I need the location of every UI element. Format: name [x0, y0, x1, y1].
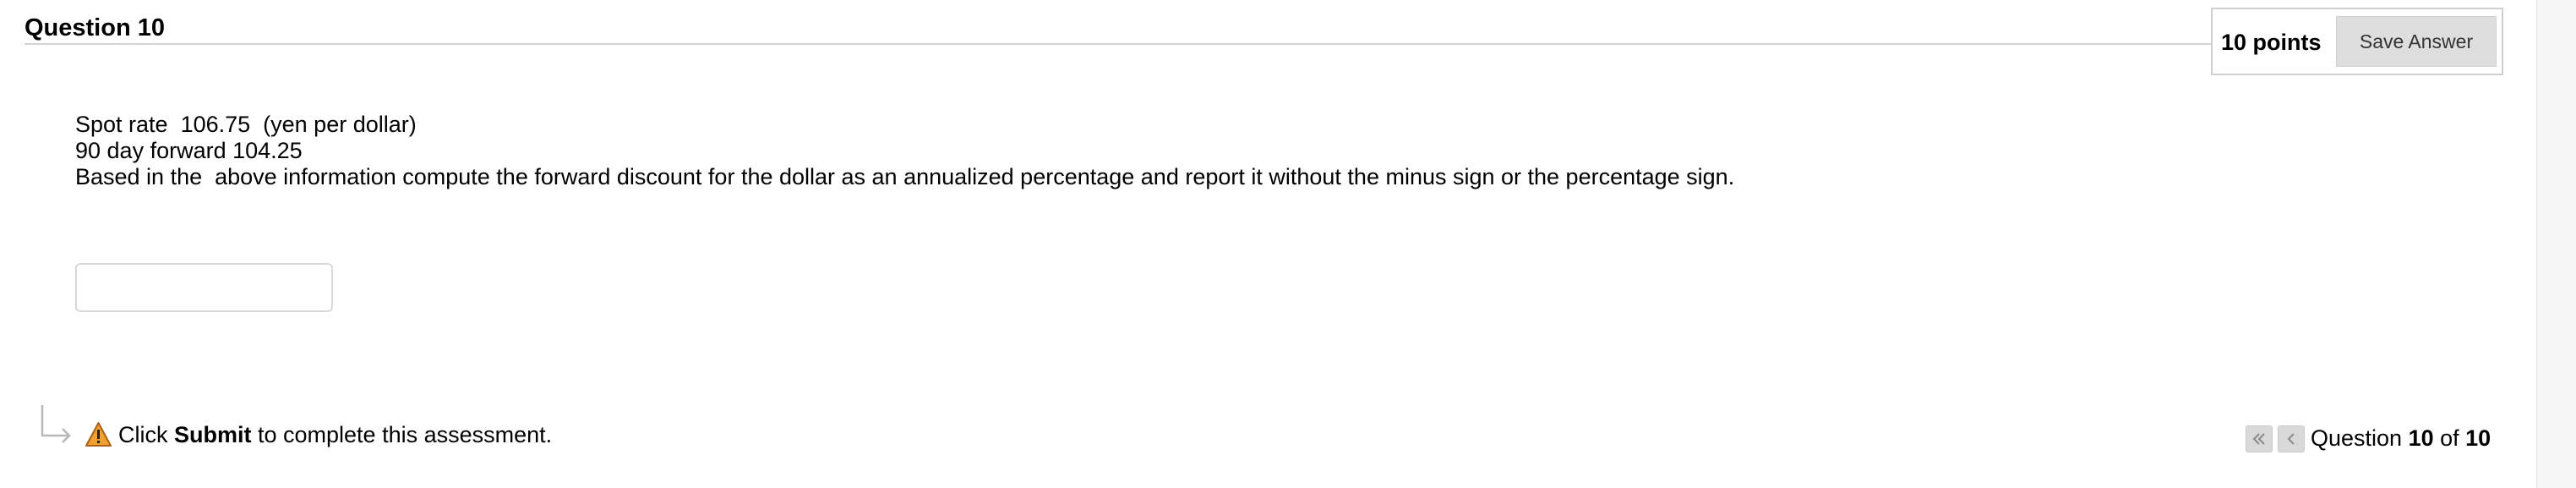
first-question-button[interactable]	[2246, 425, 2273, 452]
counter-prefix: Question	[2311, 425, 2409, 451]
previous-question-button[interactable]	[2278, 425, 2305, 452]
counter-total: 10	[2465, 425, 2491, 451]
submit-instruction: Click Submit to complete this assessment…	[118, 420, 552, 449]
counter-current: 10	[2408, 425, 2434, 451]
points-label: 10 points	[2221, 30, 2322, 55]
warning-icon	[85, 422, 112, 447]
double-chevron-left-icon	[2252, 433, 2265, 445]
question-divider	[25, 43, 2213, 45]
counter-mid: of	[2433, 425, 2466, 451]
submit-note-prefix: Click	[118, 422, 174, 447]
question-text: Spot rate 106.75 (yen per dollar) 90 day…	[75, 112, 1734, 190]
answer-input[interactable]	[75, 263, 333, 312]
submit-keyword: Submit	[174, 422, 252, 447]
question-points-box: 10 points Save Answer	[2211, 8, 2503, 75]
question-line-forward-rate: 90 day forward 104.25	[75, 138, 303, 163]
question-title: Question 10	[25, 14, 165, 41]
save-answer-button[interactable]: Save Answer	[2336, 16, 2497, 67]
question-line-spot-rate: Spot rate 106.75 (yen per dollar)	[75, 112, 417, 137]
return-arrow-icon	[41, 405, 71, 443]
page-scroll-gutter	[2536, 0, 2576, 488]
chevron-left-icon	[2287, 433, 2295, 445]
question-counter: Question 10 of 10	[2311, 424, 2491, 452]
question-line-instructions: Based in the above information compute t…	[75, 164, 1735, 189]
assessment-page: Question 10 10 points Save Answer Spot r…	[0, 0, 2576, 488]
submit-note-suffix: to complete this assessment.	[251, 422, 553, 447]
